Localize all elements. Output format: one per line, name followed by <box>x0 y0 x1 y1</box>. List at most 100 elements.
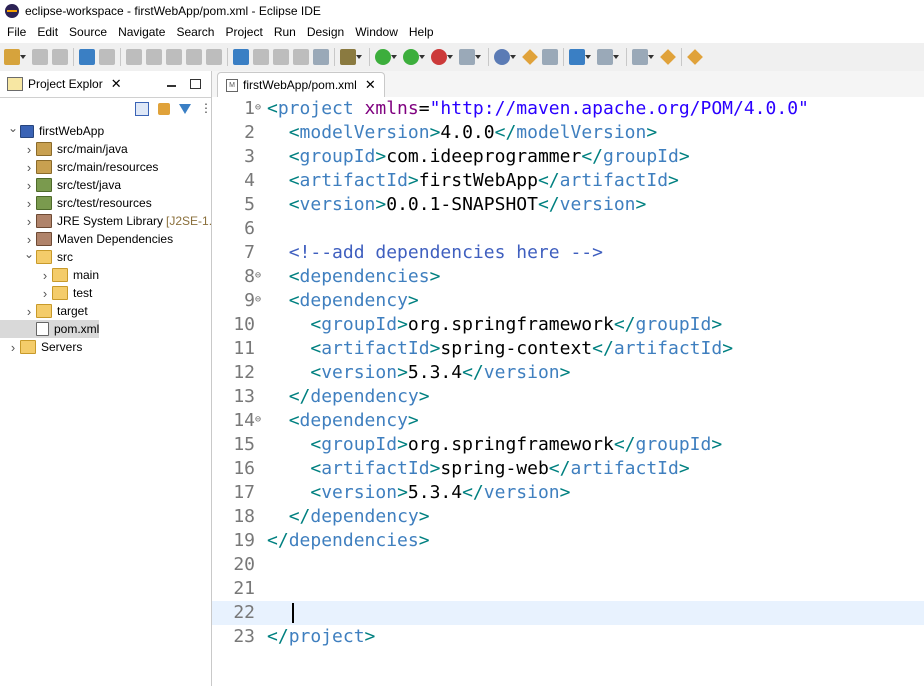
code-line[interactable]: 6 <box>212 217 924 241</box>
tree-item-firstwebapp[interactable]: ⌄ firstWebApp <box>0 121 104 140</box>
code-line[interactable]: 20 <box>212 553 924 577</box>
maximize-icon[interactable] <box>190 79 201 89</box>
external-tools-icon[interactable] <box>431 49 453 65</box>
code-line[interactable]: 10 <groupId>org.springframework</groupId… <box>212 313 924 337</box>
open-task-icon[interactable] <box>542 49 558 65</box>
tree-item-jre-system-library[interactable]: › JRE System Library [J2SE-1.5 <box>0 212 219 230</box>
chevron-right-icon[interactable]: › <box>24 232 34 247</box>
run-icon[interactable] <box>375 49 397 65</box>
fold-toggle-icon[interactable]: ⊖ <box>255 415 261 425</box>
code-line[interactable]: 11 <artifactId>spring-context</artifactI… <box>212 337 924 361</box>
collapse-all-icon[interactable] <box>135 102 149 116</box>
forward-icon[interactable] <box>687 49 703 65</box>
code-line[interactable]: 23 </project> <box>212 625 924 649</box>
chevron-down-icon[interactable]: ⌄ <box>8 121 18 135</box>
new-server-icon[interactable] <box>459 49 481 65</box>
code-line[interactable]: 9 ⊖ <dependency> <box>212 289 924 313</box>
tree-item-src-test-resources[interactable]: › src/test/resources <box>0 194 152 212</box>
save-all-icon[interactable] <box>52 49 68 65</box>
step-into-icon[interactable] <box>233 49 249 65</box>
menu-help[interactable]: Help <box>409 25 434 39</box>
new-icon[interactable] <box>4 49 26 65</box>
code-line[interactable]: 14 ⊖ <dependency> <box>212 409 924 433</box>
skip-breakpoints-icon[interactable] <box>126 49 142 65</box>
chevron-right-icon[interactable]: › <box>40 268 50 283</box>
code-line[interactable]: 7 <!--add dependencies here --> <box>212 241 924 265</box>
annotation-prev-icon[interactable] <box>632 49 654 65</box>
drop-to-frame-icon[interactable] <box>293 49 309 65</box>
chevron-right-icon[interactable]: › <box>24 178 34 193</box>
chevron-right-icon[interactable]: › <box>40 286 50 301</box>
menu-project[interactable]: Project <box>225 25 262 39</box>
tree-item-pom-xml[interactable]: pom.xml <box>0 320 100 338</box>
fold-toggle-icon[interactable]: ⊖ <box>255 103 261 113</box>
search-icon[interactable] <box>569 49 591 65</box>
code-line[interactable]: 15 <groupId>org.springframework</groupId… <box>212 433 924 457</box>
close-icon[interactable]: ✕ <box>111 76 122 92</box>
menu-run[interactable]: Run <box>274 25 296 39</box>
close-icon[interactable]: ✕ <box>365 77 376 93</box>
fold-toggle-icon[interactable]: ⊖ <box>255 271 261 281</box>
print-icon[interactable] <box>79 49 95 65</box>
step-over-icon[interactable] <box>253 49 269 65</box>
menu-edit[interactable]: Edit <box>37 25 58 39</box>
menu-window[interactable]: Window <box>355 25 398 39</box>
open-type-icon[interactable] <box>522 49 538 65</box>
editor-tab-pom[interactable]: M firstWebApp/pom.xml ✕ <box>217 72 385 97</box>
link-with-editor-icon[interactable] <box>158 103 170 115</box>
debug-icon[interactable] <box>340 49 362 65</box>
menu-source[interactable]: Source <box>69 25 107 39</box>
tree-item-src-test-java[interactable]: › src/test/java <box>0 176 121 194</box>
tree-item-src-main-resources[interactable]: › src/main/resources <box>0 158 159 176</box>
xml-source-editor[interactable]: 1 ⊖ <project xmlns="http://maven.apache.or… <box>212 97 924 686</box>
chevron-right-icon[interactable]: › <box>24 196 34 211</box>
code-line[interactable]: 13 </dependency> <box>212 385 924 409</box>
tree-item-maven-dependencies[interactable]: › Maven Dependencies <box>0 230 173 248</box>
chevron-right-icon[interactable]: › <box>24 214 34 229</box>
code-line[interactable]: 17 <version>5.3.4</version> <box>212 481 924 505</box>
chevron-right-icon[interactable]: › <box>24 160 34 175</box>
code-line[interactable]: 19 </dependencies> <box>212 529 924 553</box>
chevron-right-icon[interactable]: › <box>8 340 18 355</box>
code-line[interactable]: 8 ⊖ <dependencies> <box>212 265 924 289</box>
project-explorer-tab[interactable]: Project Explor ✕ <box>0 71 211 98</box>
chevron-right-icon[interactable]: › <box>24 304 34 319</box>
suspend-icon[interactable] <box>166 49 182 65</box>
resume-icon[interactable] <box>146 49 162 65</box>
new-java-class-icon[interactable] <box>494 49 516 65</box>
code-line[interactable]: 3 <groupId>com.ideeprogrammer</groupId> <box>212 145 924 169</box>
filter-icon[interactable] <box>179 104 191 114</box>
menu-file[interactable]: File <box>7 25 26 39</box>
code-line[interactable]: 2 <modelVersion>4.0.0</modelVersion> <box>212 121 924 145</box>
code-line[interactable]: 22 <box>212 601 924 625</box>
view-menu-icon[interactable]: ⋮ <box>200 102 212 115</box>
step-return-icon[interactable] <box>273 49 289 65</box>
code-line[interactable]: 5 <version>0.0.1-SNAPSHOT</version> <box>212 193 924 217</box>
terminal-icon[interactable] <box>99 49 115 65</box>
code-line[interactable]: 21 <box>212 577 924 601</box>
tree-item-main[interactable]: › main <box>0 266 99 284</box>
disconnect-icon[interactable] <box>206 49 222 65</box>
use-step-filters-icon[interactable] <box>313 49 329 65</box>
chevron-down-icon[interactable]: ⌄ <box>24 247 34 261</box>
menu-navigate[interactable]: Navigate <box>118 25 165 39</box>
back-icon[interactable] <box>660 49 676 65</box>
tree-item-servers[interactable]: › Servers <box>0 338 83 356</box>
menu-search[interactable]: Search <box>176 25 214 39</box>
code-line[interactable]: 16 <artifactId>spring-web</artifactId> <box>212 457 924 481</box>
tree-item-target[interactable]: › target <box>0 302 88 320</box>
code-line[interactable]: 1 ⊖ <project xmlns="http://maven.apache.or… <box>212 97 924 121</box>
fold-toggle-icon[interactable]: ⊖ <box>255 295 261 305</box>
save-icon[interactable] <box>32 49 48 65</box>
annotation-next-icon[interactable] <box>597 49 619 65</box>
tree-item-src[interactable]: ⌄ src <box>0 247 73 266</box>
menu-design[interactable]: Design <box>307 25 344 39</box>
code-line[interactable]: 4 <artifactId>firstWebApp</artifactId> <box>212 169 924 193</box>
tree-item-test[interactable]: › test <box>0 284 93 302</box>
code-line[interactable]: 12 <version>5.3.4</version> <box>212 361 924 385</box>
code-line[interactable]: 18 </dependency> <box>212 505 924 529</box>
terminate-icon[interactable] <box>186 49 202 65</box>
minimize-icon[interactable] <box>167 85 176 87</box>
coverage-icon[interactable] <box>403 49 425 65</box>
chevron-right-icon[interactable]: › <box>24 142 34 157</box>
